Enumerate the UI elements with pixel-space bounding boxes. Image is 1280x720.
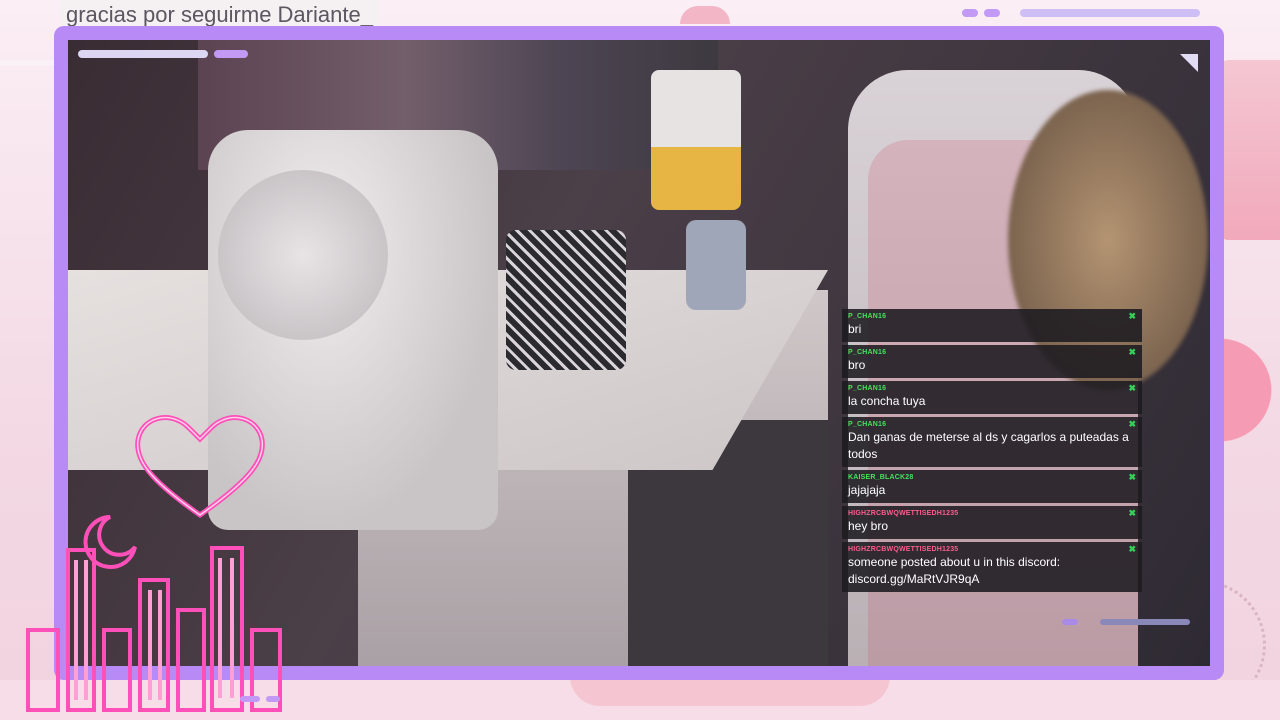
close-icon[interactable]: ✖ [1128, 383, 1136, 394]
close-icon[interactable]: ✖ [1128, 419, 1136, 430]
blender-jar [651, 70, 741, 210]
decor-bar [962, 9, 978, 17]
chat-message: P_CHAN16bro ✖ [842, 345, 1142, 378]
chat-username: KAISER_BLACK28 [848, 474, 914, 481]
close-icon[interactable]: ✖ [1128, 544, 1136, 555]
decor-bar [214, 50, 248, 58]
close-icon[interactable]: ✖ [1128, 472, 1136, 483]
chat-username: P_CHAN16 [848, 349, 887, 356]
cam-decor-bars [78, 50, 248, 58]
chat-message: HIGHZRCBWQWETTISEDH1235 hey bro ✖ [842, 506, 1142, 539]
chat-text: bri [848, 322, 862, 336]
pink-ornament [680, 6, 730, 24]
chat-username: HIGHZRCBWQWETTISEDH1235 [848, 510, 959, 517]
decor-heart-icon [1220, 330, 1280, 450]
decor-bar [78, 50, 208, 58]
decor-bar [266, 696, 280, 702]
neon-heart-icon [135, 415, 265, 519]
chat-message: P_CHAN16 Dan ganas de meterse al ds y cag… [842, 417, 1142, 467]
follow-alert-banner: gracias por seguirme Dariante_ [60, 0, 379, 28]
close-icon[interactable]: ✖ [1128, 311, 1136, 322]
chat-text: jajajaja [848, 483, 886, 497]
chat-message: KAISER_BLACK28 jajajaja ✖ [842, 470, 1142, 503]
decor-bar [1062, 619, 1078, 625]
anime-character-art [1220, 60, 1280, 240]
chat-message: HIGHZRCBWQWETTISEDH1235 someone posted ab… [842, 542, 1142, 592]
chat-username: P_CHAN16 [848, 421, 887, 428]
decor-bar [240, 696, 260, 702]
chat-text: hey bro [848, 519, 889, 533]
chat-overlay: P_CHAN16 bri ✖ P_CHAN16 bro ✖ P_CHAN16 la conch… [842, 309, 1142, 629]
bottom-decor-bars [240, 696, 280, 702]
close-icon[interactable]: ✖ [1128, 347, 1136, 358]
decor-bar [1020, 9, 1200, 17]
chat-username: HIGHZRCBWQWETTISEDH1235 [848, 546, 959, 553]
chat-footer-bars [1062, 619, 1190, 625]
cup [686, 220, 746, 310]
chat-text: bro [848, 358, 866, 372]
close-icon[interactable]: ✖ [1128, 508, 1136, 519]
chat-text: someone posted about u in this discord: … [848, 555, 1061, 586]
decor-bar [984, 9, 1000, 17]
chat-text: Dan ganas de meterse al ds y cagarlos a … [848, 430, 1129, 461]
pencil-pouch [506, 230, 626, 370]
chat-message: P_CHAN16bri ✖ [842, 309, 1142, 342]
chat-username: P_CHAN16 [848, 385, 887, 392]
sewing-machine-wheel [218, 170, 388, 340]
chat-username: P_CHAN16 [848, 313, 887, 320]
corner-triangle-icon [1180, 54, 1198, 72]
chat-text: la concha tuya [848, 394, 926, 408]
neon-city-skyline-icon [26, 546, 282, 712]
bottom-cloud [570, 676, 890, 706]
decor-bar [1100, 619, 1190, 625]
top-decor-bars [962, 9, 1200, 17]
chat-message: P_CHAN16la concha tuya ✖ [842, 381, 1142, 414]
